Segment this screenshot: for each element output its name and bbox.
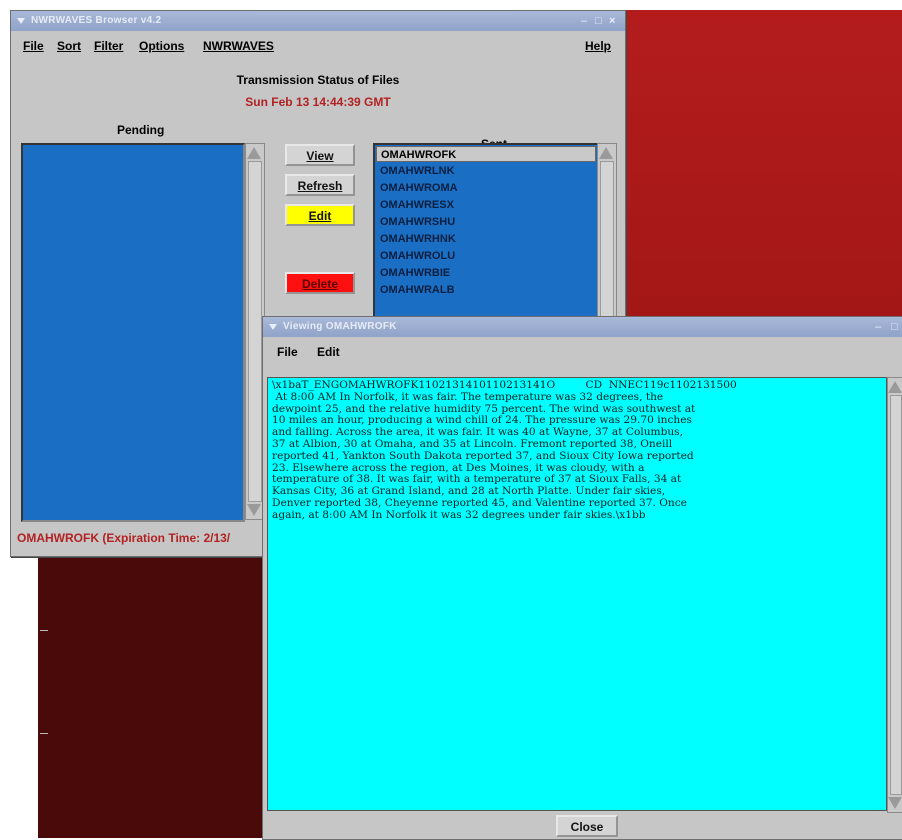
file-content-text[interactable]: \x1baT_ENGOMAHWROFK1102131410110213141O …: [267, 377, 887, 811]
viewer-window-title: Viewing OMAHWROFK: [283, 321, 397, 332]
scroll-down-icon[interactable]: [247, 504, 261, 516]
viewer-menu-edit[interactable]: Edit: [317, 345, 340, 359]
window-menu-icon[interactable]: [16, 16, 26, 26]
sent-list-item[interactable]: OMAHWRESX: [376, 197, 454, 213]
menu-sort[interactable]: Sort: [57, 39, 81, 53]
viewer-menubar: File Edit: [263, 337, 902, 365]
maximize-icon[interactable]: □: [595, 11, 602, 31]
sent-list-item-selected[interactable]: OMAHWROFK: [376, 146, 596, 162]
delete-button[interactable]: Delete: [285, 272, 355, 294]
scroll-up-icon[interactable]: [888, 381, 902, 393]
scroll-trough[interactable]: [600, 161, 614, 318]
sent-list[interactable]: OMAHWROFK OMAHWRLNK OMAHWROMA OMAHWRESX …: [373, 143, 599, 323]
edit-button[interactable]: Edit: [285, 204, 355, 226]
sent-list-item[interactable]: OMAHWRALB: [376, 282, 455, 298]
expiration-status-text: OMAHWROFK (Expiration Time: 2/13/: [17, 531, 231, 545]
sent-list-item[interactable]: OMAHWRLNK: [376, 163, 455, 179]
desktop-mark: [40, 733, 48, 734]
menu-help[interactable]: Help: [585, 39, 611, 53]
sent-list-item[interactable]: OMAHWRBIE: [376, 265, 450, 281]
viewer-titlebar[interactable]: Viewing OMAHWROFK – □: [263, 317, 902, 337]
close-button-label: Close: [570, 820, 604, 834]
sent-list-item[interactable]: OMAHWRSHU: [376, 214, 455, 230]
sent-list-item[interactable]: OMAHWROLU: [376, 248, 455, 264]
sent-scrollbar[interactable]: [597, 143, 617, 321]
minimize-icon[interactable]: –: [875, 317, 881, 337]
menu-nwrwaves[interactable]: NWRWAVES: [203, 39, 274, 53]
menu-options[interactable]: Options: [139, 39, 184, 53]
window-menu-icon[interactable]: [268, 322, 278, 332]
minimize-icon[interactable]: –: [581, 11, 587, 31]
maximize-icon[interactable]: □: [891, 317, 898, 337]
desktop-mark: [40, 630, 48, 631]
status-timestamp: Sun Feb 13 14:44:39 GMT: [245, 95, 391, 109]
view-button[interactable]: View: [285, 144, 355, 166]
pending-list[interactable]: [21, 143, 245, 522]
viewer-menu-file[interactable]: File: [277, 345, 298, 359]
scroll-down-icon[interactable]: [888, 797, 902, 809]
close-icon[interactable]: ×: [609, 11, 615, 31]
delete-button-label: Delete: [301, 277, 339, 291]
scroll-trough[interactable]: [890, 395, 902, 795]
edit-button-label: Edit: [308, 209, 332, 223]
scroll-trough[interactable]: [248, 161, 262, 502]
transmission-status-heading: Transmission Status of Files: [236, 73, 400, 87]
viewer-scrollbar[interactable]: [887, 377, 902, 813]
scroll-up-icon[interactable]: [247, 147, 261, 159]
menu-file[interactable]: File: [23, 39, 44, 53]
view-button-label: View: [306, 149, 334, 163]
main-window-title: NWRWAVES Browser v4.2: [31, 15, 162, 26]
main-menubar: File Sort Filter Options NWRWAVES Help: [11, 31, 625, 59]
sent-list-item[interactable]: OMAHWROMA: [376, 180, 458, 196]
sent-list-item[interactable]: OMAHWRHNK: [376, 231, 456, 247]
refresh-button[interactable]: Refresh: [285, 174, 355, 196]
menu-filter[interactable]: Filter: [94, 39, 123, 53]
main-titlebar[interactable]: NWRWAVES Browser v4.2 – □ ×: [11, 11, 625, 31]
viewing-window: Viewing OMAHWROFK – □ File Edit \x1baT_E…: [262, 316, 902, 840]
scroll-up-icon[interactable]: [599, 147, 613, 159]
pending-label: Pending: [117, 123, 165, 137]
close-button[interactable]: Close: [556, 815, 618, 837]
refresh-button-label: Refresh: [297, 179, 343, 193]
desktop-background-dark: [38, 555, 268, 838]
